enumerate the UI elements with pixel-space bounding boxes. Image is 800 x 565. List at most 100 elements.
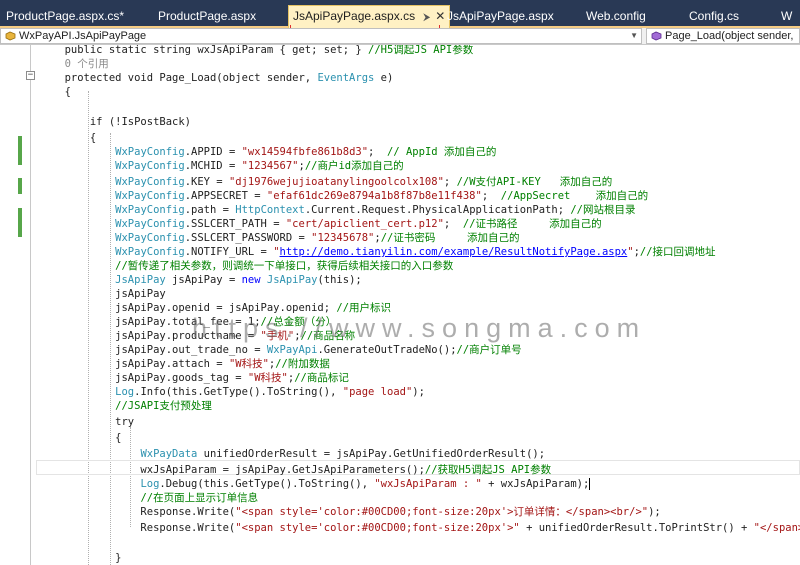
code-line[interactable]: { (14, 85, 71, 99)
code-token: "<span style='color:#00CD00;font-size:20… (235, 522, 520, 534)
code-token: { (14, 86, 71, 98)
code-token: Log (140, 478, 160, 490)
code-line[interactable]: { (14, 431, 121, 445)
code-token: jsApiPay = (165, 274, 242, 286)
code-token: e) (374, 72, 394, 84)
code-token: //商品标记 (294, 372, 349, 384)
tab-label: ProductPage.aspx (158, 9, 257, 23)
code-line[interactable]: wxJsApiParam = jsApiPay.GetJsApiParamete… (14, 463, 551, 477)
member-dropdown-value: Page_Load(object sender, (665, 30, 794, 42)
code-line[interactable]: WxPayData unifiedOrderResult = jsApiPay.… (14, 447, 545, 461)
code-token: "1234567" (241, 160, 299, 172)
code-token: //附加数据 (275, 358, 330, 370)
method-icon (651, 31, 662, 41)
tab-overflow-partial[interactable]: W (781, 6, 792, 28)
code-line[interactable]: jsApiPay.attach = "W科技";//附加数据 (14, 357, 330, 371)
code-token: 0 个引用 (14, 58, 109, 70)
tab-label: Web.config (586, 9, 646, 23)
code-line[interactable]: 0 个引用 (14, 57, 109, 71)
code-line[interactable]: { (14, 131, 96, 145)
code-token: wxJsApiParam = jsApiPay.GetJsApiParamete… (14, 464, 425, 476)
tab-config-cs[interactable]: Config.cs (689, 6, 739, 28)
code-line[interactable]: //暂传递了相关参数，则调统一下单接口，获得后续相关接口的入口参数 (14, 259, 453, 273)
code-line[interactable]: WxPayConfig.SSLCERT_PATH = "cert/apiclie… (14, 217, 601, 231)
close-icon[interactable]: ✕ (435, 6, 445, 26)
member-dropdown[interactable]: Page_Load(object sender, (646, 28, 800, 44)
code-line[interactable]: WxPayConfig.SSLCERT_PASSWORD = "12345678… (14, 231, 519, 245)
tab-label: JsApiPayPage.aspx.cs (293, 9, 416, 23)
code-editor[interactable]: − public static string wxJsApiParam { ge… (0, 45, 800, 565)
code-token: ); (412, 386, 425, 398)
tab-productpage-aspx-cs[interactable]: ProductPage.aspx.cs* (6, 6, 124, 28)
code-line[interactable]: WxPayConfig.KEY = "dj1976wejujioatanylin… (14, 175, 612, 189)
code-line[interactable]: public static string wxJsApiParam { get;… (14, 45, 474, 57)
code-line[interactable]: jsApiPay (14, 287, 166, 301)
code-line[interactable]: try (14, 415, 134, 429)
code-token: protected void Page_Load(object sender, (14, 72, 318, 84)
code-token: unifiedOrderResult = jsApiPay.GetUnified… (197, 448, 546, 460)
code-line[interactable]: Response.Write("<span style='color:#00CD… (14, 505, 661, 519)
code-token: Response.Write( (14, 506, 236, 518)
code-line[interactable]: Response.Write("<span style='color:#00CD… (14, 521, 800, 535)
code-token: .APPID = (184, 146, 242, 158)
code-line[interactable]: WxPayConfig.path = HttpContext.Current.R… (14, 203, 635, 217)
code-line[interactable]: JsApiPay jsApiPay = new JsApiPay(this); (14, 273, 362, 287)
code-token: .SSLCERT_PASSWORD = (184, 232, 312, 244)
code-token: WxPayConfig (115, 204, 185, 216)
code-line[interactable]: WxPayConfig.NOTIFY_URL = "http://demo.ti… (14, 245, 715, 259)
code-token: } (14, 552, 122, 564)
class-icon (5, 31, 16, 41)
code-token: ; (481, 190, 501, 202)
code-line[interactable]: WxPayConfig.MCHID = "1234567";//商户id添加自己… (14, 159, 403, 173)
code-line[interactable]: WxPayConfig.APPID = "wx14594fbfe861b8d3"… (14, 145, 496, 159)
code-token: //在页面上显示订单信息 (140, 492, 259, 504)
code-line[interactable]: if (!IsPostBack) (14, 115, 191, 129)
code-token: (this); (317, 274, 362, 286)
code-token: Response.Write( (14, 522, 236, 534)
code-token: { (14, 132, 97, 144)
code-token: WxPayData (140, 448, 198, 460)
code-token: WxPayConfig (115, 246, 185, 258)
type-dropdown[interactable]: WxPayAPI.JsApiPayPage ▼ (0, 28, 642, 44)
code-token: http://demo.tianyilin.com/example/Result… (279, 246, 628, 258)
code-token: .SSLCERT_PATH = (184, 218, 286, 230)
code-token: Log (115, 386, 135, 398)
watermark: https://www.songma.com (192, 313, 647, 343)
code-line[interactable]: jsApiPay.goods_tag = "W科技";//商品标记 (14, 371, 349, 385)
code-token: jsApiPay.goods_tag = (14, 372, 248, 384)
tab-label: JsApiPayPage.aspx (447, 9, 554, 23)
code-token: "<span style='color:#00CD00;font-size:20… (235, 506, 649, 518)
tab-web-config[interactable]: Web.config (586, 6, 646, 28)
tab-jsapipaypage-aspx[interactable]: JsApiPayPage.aspx (447, 6, 554, 28)
code-token: WxPayApi (266, 344, 318, 356)
code-token: jsApiPay (14, 288, 166, 300)
code-token: ); (648, 506, 661, 518)
code-token: "wx14594fbfe861b8d3" (241, 146, 369, 158)
code-token: .path = (184, 204, 236, 216)
code-token: .Info(this.GetType().ToString(), (134, 386, 343, 398)
code-token: //商户订单号 (456, 344, 522, 356)
code-line[interactable]: jsApiPay.out_trade_no = WxPayApi.Generat… (14, 343, 522, 357)
code-token: jsApiPay.out_trade_no = (14, 344, 267, 356)
code-token: .GenerateOutTradeNo(); (317, 344, 457, 356)
code-line[interactable]: } (14, 551, 121, 565)
code-line[interactable]: //在页面上显示订单信息 (14, 491, 258, 505)
code-token: try (14, 416, 135, 428)
code-token: WxPayConfig (115, 218, 185, 230)
code-line[interactable]: WxPayConfig.APPSECRET = "efaf61dc269e879… (14, 189, 648, 203)
code-line[interactable]: //JSAPI支付预处理 (14, 399, 212, 413)
code-line[interactable]: Log.Info(this.GetType().ToString(), "pag… (14, 385, 425, 399)
tab-productpage-aspx[interactable]: ProductPage.aspx (158, 6, 256, 28)
code-token: "cert/apiclient_cert.p12" (285, 218, 444, 230)
code-line[interactable]: protected void Page_Load(object sender, … (14, 71, 394, 85)
chevron-down-icon: ▼ (630, 31, 638, 40)
code-token: ; (368, 146, 388, 158)
code-token: .KEY = (184, 176, 229, 188)
code-line[interactable]: Log.Debug(this.GetType().ToString(), "wx… (14, 477, 591, 491)
